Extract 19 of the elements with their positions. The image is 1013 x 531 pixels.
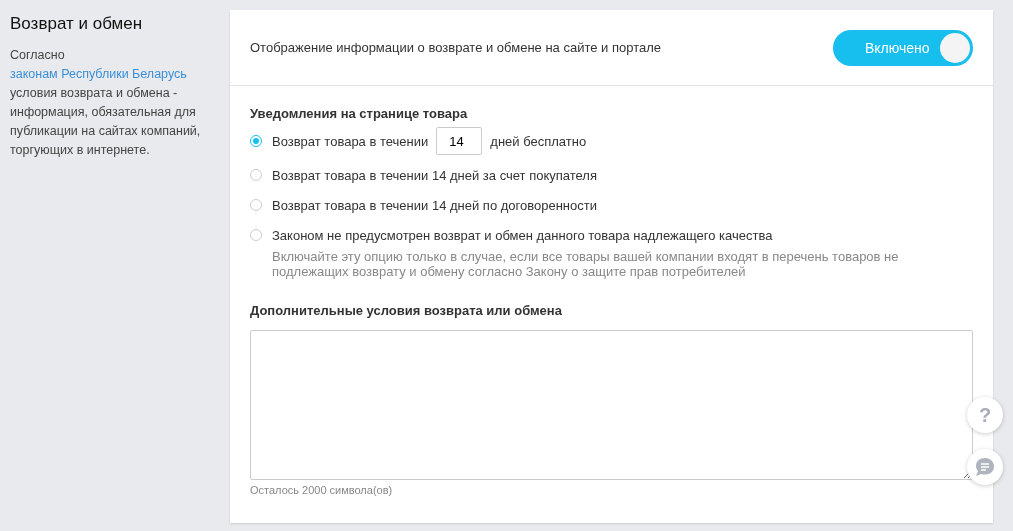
description-text: Согласно законам Республики Беларусь условия возврата и обмена - информация, обязательная для публикации на сайтах компаний, торгующих в интернете. xyxy=(10,47,202,159)
notifications-title: Уведомления на странице товара xyxy=(250,106,469,121)
chat-bubble-icon xyxy=(974,457,996,477)
conditions-textarea[interactable] xyxy=(250,330,973,480)
option-label: Законом не предусмотрен возврат и обмен данного товара надлежащего качества xyxy=(272,227,773,243)
option-label: Возврат товара в течении xyxy=(272,133,429,149)
law-link[interactable]: законам Республики Беларусь xyxy=(10,67,187,81)
display-label: Отображение информации о возврате и обмене на сайте и портале xyxy=(250,40,662,55)
section-title: Возврат и обмен xyxy=(10,14,144,34)
option-label: Возврат товара в течении 14 дней за счет покупателя xyxy=(272,167,597,183)
days-input[interactable]: 14 xyxy=(436,127,483,155)
option-hint: Включайте эту опцию только в случае, если все товары вашей компании входят в перечень товаров не подлежащих возврату и обмену согласно Закону о защите прав потребителей xyxy=(272,249,900,279)
chat-button[interactable] xyxy=(967,449,1003,485)
option-label: Возврат товара в течении 14 дней по договоренности xyxy=(272,197,597,213)
option-label: дней бесплатно xyxy=(490,133,587,149)
help-button[interactable]: ? xyxy=(967,397,1003,433)
display-toggle[interactable]: Включено xyxy=(833,29,973,66)
character-counter: Осталось 2000 символа(ов) xyxy=(250,484,394,496)
extra-title: Дополнительные условия возврата или обмена xyxy=(250,303,563,318)
